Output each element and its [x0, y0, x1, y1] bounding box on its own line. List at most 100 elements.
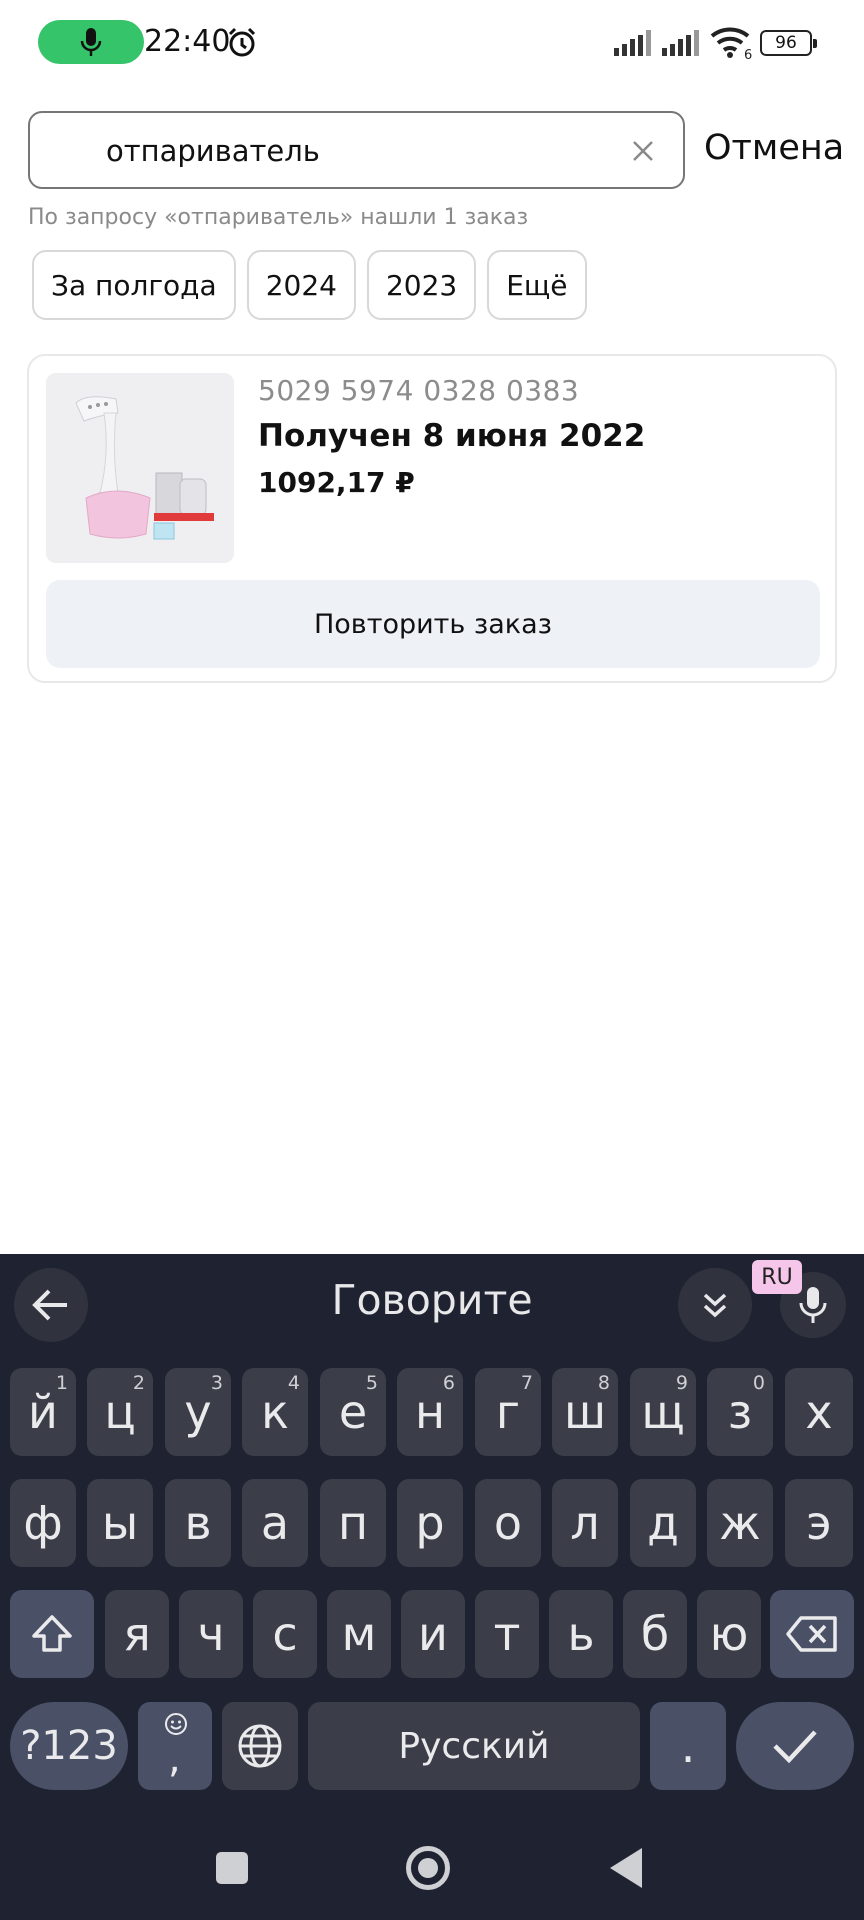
chip-2024[interactable]: 2024 [246, 250, 356, 320]
key[interactable]: з0 [707, 1368, 773, 1456]
signal-icon [662, 30, 699, 56]
wifi-badge: 6 [744, 48, 752, 60]
enter-key[interactable] [736, 1702, 854, 1790]
key[interactable]: л [552, 1479, 618, 1567]
key-label: и [418, 1607, 448, 1661]
shift-key[interactable] [10, 1590, 94, 1678]
key[interactable]: д [630, 1479, 696, 1567]
key[interactable]: ю [697, 1590, 761, 1678]
key-label: ь [567, 1607, 595, 1661]
language-key[interactable] [222, 1702, 298, 1790]
key-label: я [123, 1607, 151, 1661]
microphone-icon [799, 1287, 827, 1323]
key[interactable]: э [785, 1479, 853, 1567]
key[interactable]: р [397, 1479, 463, 1567]
space-key[interactable]: Русский [308, 1702, 640, 1790]
key-label: ч [197, 1607, 225, 1661]
key-label: с [272, 1607, 298, 1661]
clock: 22:40 [144, 24, 231, 59]
key-hint: 9 [675, 1372, 688, 1394]
key[interactable]: ц2 [87, 1368, 153, 1456]
key[interactable]: х [785, 1368, 853, 1456]
order-number: 5029 5974 0328 0383 [258, 374, 580, 407]
key[interactable]: й1 [10, 1368, 76, 1456]
key-label: р [415, 1496, 445, 1550]
key-label: о [493, 1496, 523, 1550]
status-bar: 22:40 6 96 [0, 0, 864, 86]
key[interactable]: н6 [397, 1368, 463, 1456]
chip-half-year[interactable]: За полгода [32, 250, 236, 320]
key-hint: 2 [132, 1372, 145, 1394]
key-hint: 6 [442, 1372, 455, 1394]
clear-icon[interactable] [629, 137, 657, 165]
key-label: к [261, 1385, 289, 1439]
filter-chips: За полгода 2024 2023 Ещё [32, 250, 587, 320]
key[interactable]: ф [10, 1479, 76, 1567]
key-label: ц [104, 1385, 136, 1439]
key[interactable]: с [253, 1590, 317, 1678]
key[interactable]: м [327, 1590, 391, 1678]
chevron-double-down-icon [703, 1293, 727, 1318]
key[interactable]: о [475, 1479, 541, 1567]
key[interactable]: ш8 [552, 1368, 618, 1456]
recent-apps-button[interactable] [216, 1852, 248, 1884]
key-label: в [184, 1496, 212, 1550]
steamer-illustration [46, 373, 234, 563]
key-label: е [338, 1385, 368, 1439]
wifi-icon: 6 [710, 27, 752, 60]
home-button[interactable] [406, 1846, 450, 1890]
search-input[interactable] [106, 131, 626, 171]
key[interactable]: е5 [320, 1368, 386, 1456]
key-label: т [493, 1607, 521, 1661]
globe-icon [238, 1724, 282, 1768]
key-label: г [495, 1385, 521, 1439]
backspace-icon [786, 1616, 837, 1652]
key-hint: 0 [752, 1372, 765, 1394]
key-label: ы [101, 1496, 139, 1550]
key-label: э [806, 1496, 832, 1550]
key[interactable]: ы [87, 1479, 153, 1567]
alarm-icon [228, 27, 256, 57]
symbols-key[interactable]: ?123 [10, 1702, 128, 1790]
key-label: ю [709, 1607, 749, 1661]
key-label: з [727, 1385, 753, 1439]
key-hint: 8 [597, 1372, 610, 1394]
product-image [46, 373, 234, 563]
key-label: у [184, 1385, 212, 1439]
key[interactable]: к4 [242, 1368, 308, 1456]
key[interactable]: я [105, 1590, 169, 1678]
keyboard-back-button[interactable] [14, 1268, 88, 1342]
key[interactable]: щ9 [630, 1368, 696, 1456]
key-label: л [570, 1496, 600, 1550]
backspace-key[interactable] [770, 1590, 854, 1678]
repeat-order-button[interactable]: Повторить заказ [46, 580, 820, 668]
comma-label: , [168, 1736, 181, 1782]
shift-icon [32, 1615, 72, 1652]
key[interactable]: ч [179, 1590, 243, 1678]
key[interactable]: ь [549, 1590, 613, 1678]
key[interactable]: п [320, 1479, 386, 1567]
language-badge: RU [752, 1260, 802, 1294]
key[interactable]: а [242, 1479, 308, 1567]
voice-input-prompt: Говорите [331, 1276, 533, 1324]
chip-2023[interactable]: 2023 [366, 250, 477, 320]
order-card[interactable]: 5029 5974 0328 0383 Получен 8 июня 2022 … [27, 354, 837, 683]
emoji-comma-key[interactable]: , [138, 1702, 212, 1790]
key[interactable]: т [475, 1590, 539, 1678]
cancel-button[interactable]: Отмена [704, 128, 844, 168]
key-label: а [260, 1496, 290, 1550]
key-label: м [341, 1607, 377, 1661]
chip-more[interactable]: Ещё [487, 250, 587, 320]
key[interactable]: б [623, 1590, 687, 1678]
back-button[interactable] [610, 1848, 642, 1888]
key[interactable]: ж [707, 1479, 773, 1567]
mic-active-indicator[interactable] [38, 20, 144, 64]
search-field[interactable] [28, 111, 685, 189]
key[interactable]: у3 [165, 1368, 231, 1456]
period-key[interactable]: . [650, 1702, 726, 1790]
collapse-keyboard-button[interactable] [678, 1268, 752, 1342]
search-results-note: По запросу «отпариватель» нашли 1 заказ [28, 205, 529, 230]
key[interactable]: в [165, 1479, 231, 1567]
key[interactable]: и [401, 1590, 465, 1678]
key[interactable]: г7 [475, 1368, 541, 1456]
